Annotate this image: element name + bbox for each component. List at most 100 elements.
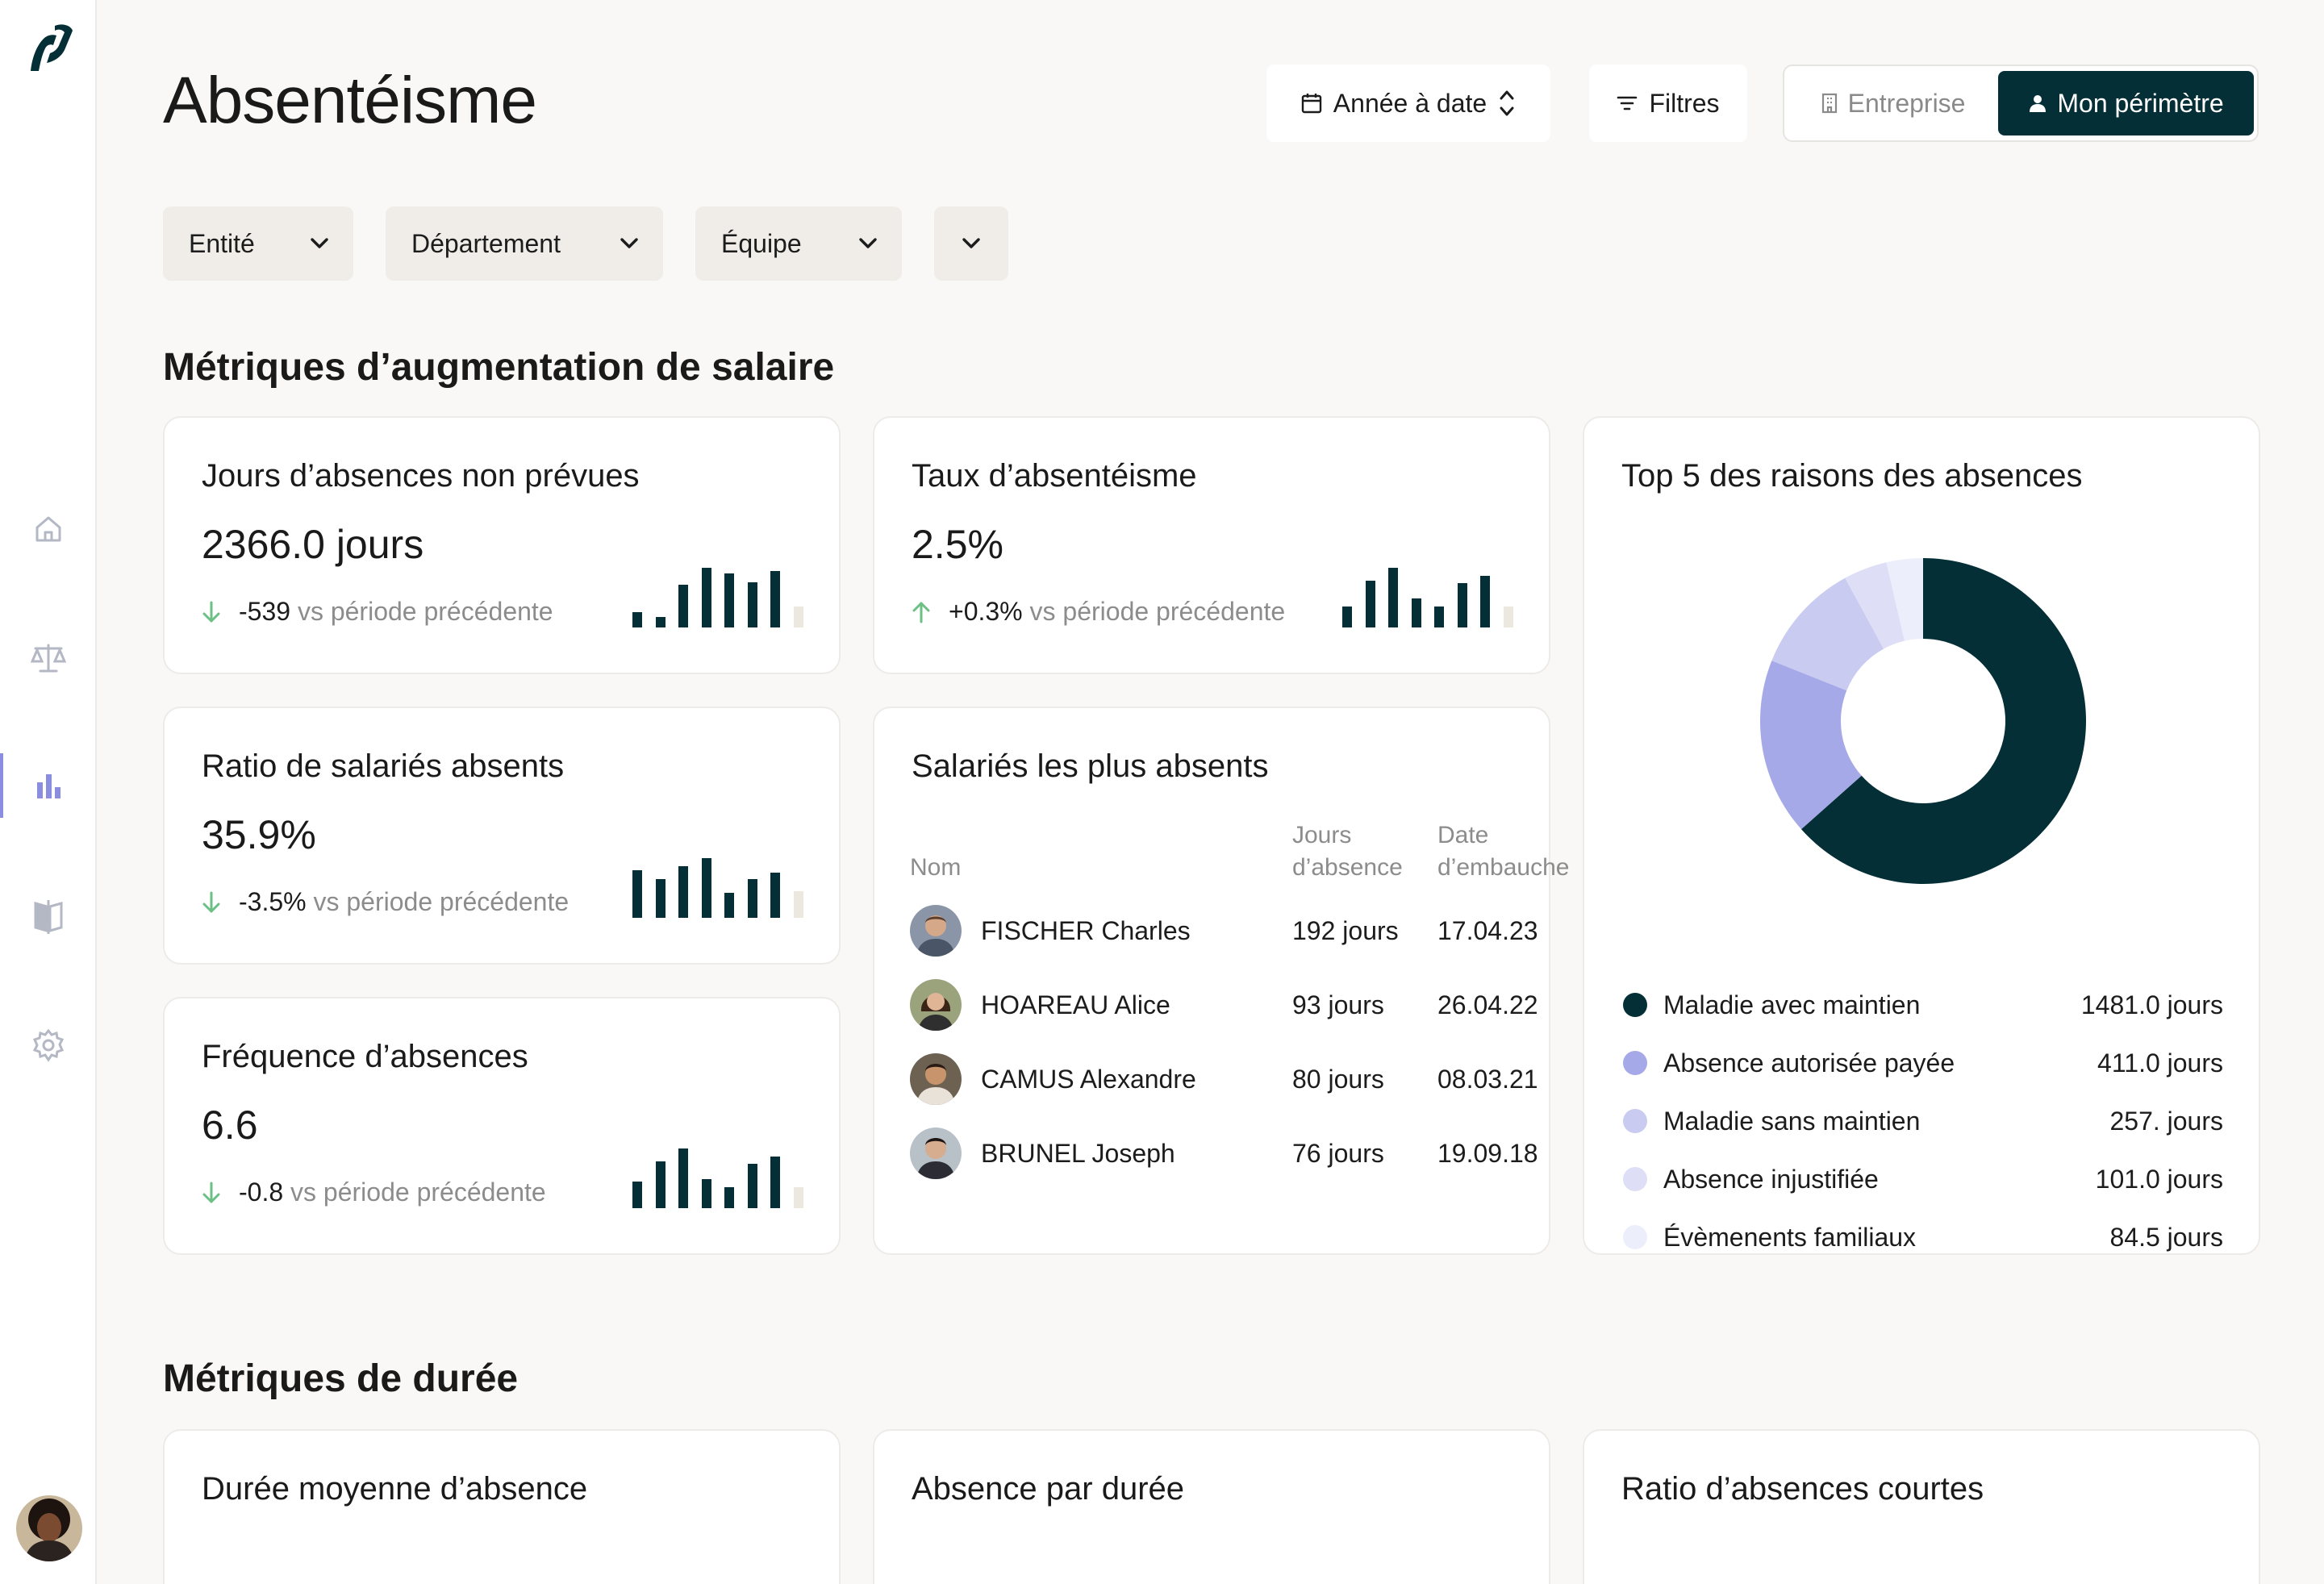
sparkline-bar [747,582,757,627]
sort-arrows-icon [1500,90,1514,116]
kpi-delta-value: +0.3% [949,597,1023,626]
user-avatar[interactable] [16,1495,82,1561]
col-header-name: Nom [910,854,962,881]
kpi-card-absent-ratio[interactable]: Ratio de salariés absents 35.9% -3.5% vs… [163,707,841,965]
kpi-delta: -0.8 vs période précédente [202,1178,546,1207]
kpi-delta-suffix: vs période précédente [290,1178,546,1207]
nav-settings[interactable] [0,1013,97,1078]
col-header-days-line1: Jours [1292,822,1352,848]
employee-name: CAMUS Alexandre [981,1065,1196,1094]
duration-card-by-duration[interactable]: Absence par durée [873,1429,1550,1584]
table-row[interactable]: CAMUS Alexandre 80 jours 08.03.21 [910,1053,1538,1107]
kpi-delta-value: -539 [239,597,291,626]
duration-card-short-ratio[interactable]: Ratio d’absences courtes [1583,1429,2260,1584]
arrow-down-icon [202,1182,220,1203]
kpi-card-absence-frequency[interactable]: Fréquence d’absences 6.6 -0.8 vs période… [163,997,841,1255]
sparkline-bar [701,858,711,918]
table-row[interactable]: FISCHER Charles 192 jours 17.04.23 [910,905,1538,958]
sparkline-bar [770,873,781,918]
scale-icon [31,644,66,673]
nav-analytics[interactable] [0,753,97,818]
legend-dot [1623,1225,1647,1249]
col-header-hire-line1: Date [1437,822,1489,848]
kpi-delta-suffix: vs période précédente [313,887,570,916]
scope-label-mon-perimetre: Mon périmètre [2057,88,2224,118]
duration-card-title: Absence par durée [912,1471,1185,1507]
legend-item: Absence injustifiée 101.0 jours [1623,1161,2223,1197]
scope-option-entreprise[interactable]: Entreprise [1788,71,1998,135]
kpi-card-unplanned-days[interactable]: Jours d’absences non prévues 2366.0 jour… [163,416,841,674]
sparkline-bar [724,893,735,918]
app-logo-icon[interactable] [23,21,77,76]
employee-hire-date: 08.03.21 [1437,1065,1538,1094]
sparkline-bar [678,1148,689,1208]
person-icon [2030,95,2047,112]
period-selector[interactable]: Année à date [1266,65,1550,142]
kpi-title: Jours d’absences non prévues [202,458,640,494]
absence-reasons-title: Top 5 des raisons des absences [1621,458,2083,494]
sparkline-bar [655,1161,665,1208]
scope-label-entreprise: Entreprise [1847,88,1966,118]
employee-absence-days: 192 jours [1292,916,1399,945]
table-row[interactable]: HOAREAU Alice 93 jours 26.04.22 [910,979,1538,1032]
calendar-icon [1301,94,1321,114]
sparkline-bar [678,585,689,627]
page-title: Absentéisme [163,64,537,137]
kpi-delta-suffix: vs période précédente [1029,597,1286,626]
legend-label: Maladie avec maintien [1663,990,1921,1019]
employee-absence-days: 93 jours [1292,990,1384,1019]
filter-more[interactable] [934,206,1008,281]
legend-label: Évèmenents familiaux [1663,1222,1917,1252]
filter-entite[interactable]: Entité [163,206,353,281]
sparkline-bar [1388,568,1399,627]
duration-card-title: Durée moyenne d’absence [202,1471,588,1507]
arrow-down-icon [202,891,220,912]
legend-item: Maladie sans maintien 257. jours [1623,1103,2223,1139]
table-row[interactable]: BRUNEL Joseph 76 jours 19.09.18 [910,1128,1538,1181]
sparkline-bar [1457,583,1467,627]
kpi-title: Taux d’absentéisme [912,458,1197,494]
employee-hire-date: 19.09.18 [1437,1139,1538,1168]
kpi-delta-value: -3.5% [239,887,307,916]
book-icon [34,900,63,934]
sparkline-bar [1434,607,1445,627]
kpi-delta: -3.5% vs période précédente [202,887,569,917]
kpi-delta: -539 vs période précédente [202,597,553,627]
employee-hire-date: 17.04.23 [1437,916,1538,945]
sparkline-bar [1503,607,1513,627]
filter-departement-label: Département [411,228,561,258]
kpi-value: 35.9% [202,812,316,857]
employee-avatar [910,1128,962,1179]
nav-documents[interactable] [0,884,97,948]
filter-equipe[interactable]: Équipe [695,206,902,281]
employee-name: HOAREAU Alice [981,990,1170,1019]
filter-departement[interactable]: Département [386,206,663,281]
nav-home[interactable] [0,497,97,561]
sparkline-bar [655,879,665,918]
scope-toggle: Entreprise Mon périmètre [1783,65,2259,142]
chevron-down-icon [311,238,328,248]
sparkline-bar [678,866,689,918]
absence-reasons-donut [1760,558,2086,884]
filters-button[interactable]: Filtres [1589,65,1747,142]
filter-entite-label: Entité [189,228,255,258]
employee-name: FISCHER Charles [981,916,1191,945]
sparkline-bar [1411,598,1421,627]
col-header-hire-line2: d’embauche [1437,854,1570,881]
kpi-card-absenteeism-rate[interactable]: Taux d’absentéisme 2.5% +0.3% vs période… [873,416,1550,674]
sparkline-bar [632,612,642,627]
sparkline-bar [793,891,803,918]
duration-card-average[interactable]: Durée moyenne d’absence [163,1429,841,1584]
home-icon [35,516,61,542]
nav-compensation[interactable] [0,626,97,690]
col-header-days: Jours d’absence [1292,819,1403,884]
sparkline-bar [655,617,665,627]
gear-icon [32,1028,65,1062]
legend-dot [1623,1109,1647,1133]
employee-avatar [910,979,962,1031]
legend-value: 411.0 jours [2097,1048,2223,1078]
scope-option-mon-perimetre[interactable]: Mon périmètre [1998,71,2254,135]
duration-card-title: Ratio d’absences courtes [1621,1471,1984,1507]
employee-avatar [910,1053,962,1105]
arrow-down-icon [202,601,220,622]
